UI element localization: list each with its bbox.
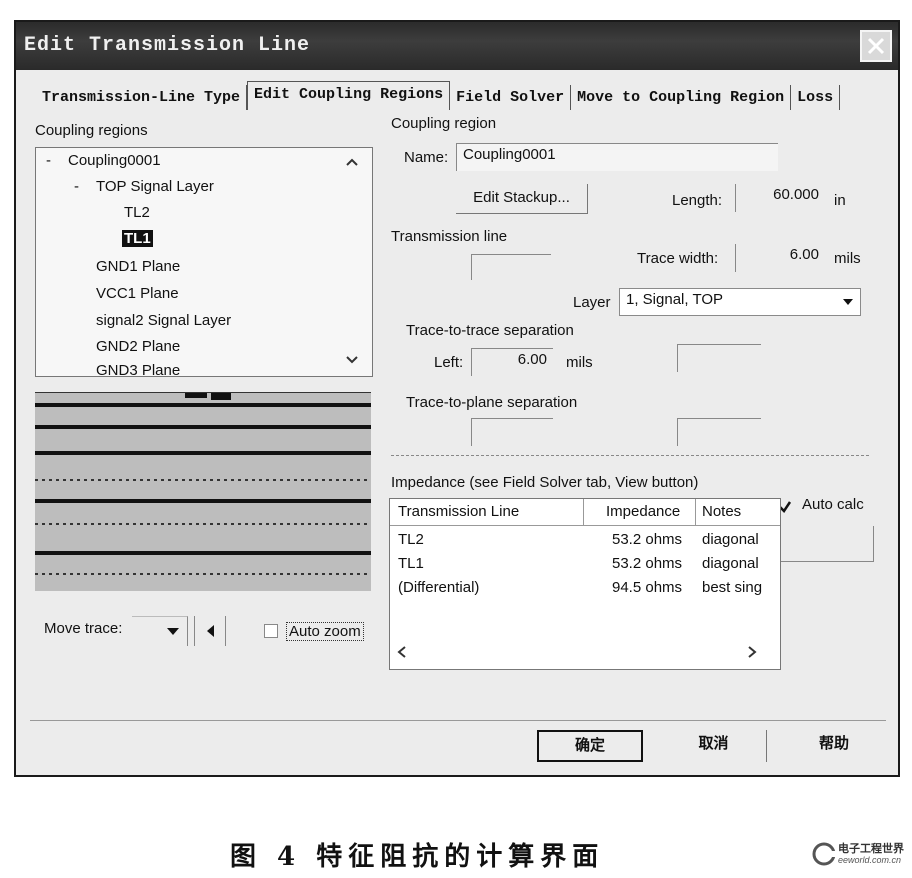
header-divider <box>390 525 780 526</box>
tree-item-gnd3[interactable]: GND3 Plane <box>96 362 180 376</box>
length-label: Length: <box>672 192 723 209</box>
table-row-impedance: 53.2 ohms <box>612 531 683 548</box>
tree-item-top-signal-layer[interactable]: TOP Signal Layer <box>96 178 214 195</box>
plane-stripe <box>35 403 371 407</box>
dropdown-arrow-icon <box>843 299 853 305</box>
tree-item-coupling[interactable]: Coupling0001 <box>68 152 161 169</box>
move-trace-label: Move trace: <box>44 620 123 637</box>
transmission-line-heading: Transmission line <box>391 228 508 245</box>
tab-strip: Transmission-Line Type Edit Coupling Reg… <box>36 80 841 110</box>
figure-caption: 图 4 特征阻抗的计算界面 <box>230 842 605 872</box>
table-row-line[interactable]: TL2 <box>398 531 424 548</box>
title-bar[interactable]: Edit Transmission Line <box>16 22 898 70</box>
layer-label: Layer <box>573 294 611 311</box>
watermark-logo: 电子工程世界 eeworld.com.cn <box>812 838 906 872</box>
scroll-right-icon[interactable] <box>746 645 758 659</box>
layer-select-value: 1, Signal, TOP <box>626 291 724 308</box>
name-label: Name: <box>404 149 449 166</box>
table-row-impedance: 94.5 ohms <box>612 579 683 596</box>
group-divider <box>391 455 869 456</box>
footer-divider <box>30 720 886 721</box>
auto-calc-label: Auto calc <box>802 496 864 513</box>
column-separator <box>695 499 696 525</box>
table-row-line[interactable]: (Differential) <box>398 579 479 596</box>
plane-separation-right-input[interactable] <box>677 418 761 446</box>
table-row-notes: diagonal <box>702 555 759 572</box>
tab-transmission-line-type[interactable]: Transmission-Line Type <box>36 85 248 110</box>
plane-stripe <box>35 551 371 555</box>
trace-width-unit: mils <box>834 250 861 267</box>
dialog-window: Edit Transmission Line Transmission-Line… <box>14 20 900 777</box>
column-separator <box>583 499 584 525</box>
edit-stackup-button[interactable]: Edit Stackup... <box>456 184 588 214</box>
help-button[interactable]: 帮助 <box>784 730 884 762</box>
logo-icon <box>812 842 836 866</box>
left-separation-input[interactable]: 6.00 <box>471 348 553 376</box>
dielectric-pattern <box>35 523 371 525</box>
coupling-region-heading: Coupling region <box>391 115 497 132</box>
move-trace-dropdown[interactable] <box>132 616 188 646</box>
tree-item-signal2[interactable]: signal2 Signal Layer <box>96 312 231 329</box>
trace-marker <box>211 393 231 400</box>
left-separation-label: Left: <box>434 354 464 371</box>
table-row-line[interactable]: TL1 <box>398 555 424 572</box>
scroll-down-icon[interactable] <box>344 354 360 366</box>
coupling-regions-label: Coupling regions <box>35 122 148 139</box>
tree-toggle[interactable]: - <box>46 152 51 169</box>
tab-edit-coupling-regions[interactable]: Edit Coupling Regions <box>247 81 451 110</box>
impedance-heading: Impedance (see Field Solver tab, View bu… <box>391 474 699 491</box>
right-separation-input[interactable] <box>677 344 761 372</box>
move-left-button[interactable] <box>194 616 226 646</box>
table-row-notes: diagonal <box>702 531 759 548</box>
trace-width-label: Trace width: <box>637 250 719 267</box>
length-unit: in <box>834 192 846 209</box>
trace-to-trace-heading: Trace-to-trace separation <box>406 322 574 339</box>
close-button[interactable] <box>860 30 892 62</box>
tree-item-gnd2[interactable]: GND2 Plane <box>96 338 180 355</box>
tab-loss[interactable]: Loss <box>791 85 841 110</box>
tab-move-to-coupling-region[interactable]: Move to Coupling Region <box>571 85 792 110</box>
tree-item-vcc1[interactable]: VCC1 Plane <box>96 285 179 302</box>
column-header-line[interactable]: Transmission Line <box>398 503 519 520</box>
dropdown-arrow-icon <box>167 628 179 635</box>
name-input[interactable]: Coupling0001 <box>456 143 778 171</box>
tree-item-gnd1[interactable]: GND1 Plane <box>96 258 180 275</box>
watermark-url: eeworld.com.cn <box>838 855 902 865</box>
plane-stripe <box>35 425 371 429</box>
impedance-table[interactable]: Transmission Line Impedance Notes TL2 53… <box>389 498 781 670</box>
table-row-notes: best sing <box>702 579 763 596</box>
arrow-left-icon <box>207 625 214 637</box>
trace-to-plane-heading: Trace-to-plane separation <box>406 394 578 411</box>
window-title: Edit Transmission Line <box>24 34 311 57</box>
length-input[interactable]: 60.000 <box>735 184 825 212</box>
table-row-impedance: 53.2 ohms <box>612 555 683 572</box>
dielectric-pattern <box>35 479 371 481</box>
trace-width-input[interactable]: 6.00 <box>735 244 825 272</box>
scroll-up-icon[interactable] <box>344 156 360 168</box>
ok-button[interactable]: 确定 <box>537 730 643 762</box>
scroll-left-icon[interactable] <box>396 645 408 659</box>
close-icon <box>867 37 885 55</box>
auto-calc-panel <box>778 526 874 562</box>
cross-section-preview <box>35 392 371 591</box>
plane-separation-left-input[interactable] <box>471 418 553 446</box>
tab-field-solver[interactable]: Field Solver <box>450 85 572 110</box>
trace-marker <box>185 393 207 398</box>
auto-zoom-label: Auto zoom <box>286 622 364 641</box>
tree-item-tl2[interactable]: TL2 <box>124 204 150 221</box>
column-header-notes[interactable]: Notes <box>702 503 741 520</box>
tree-item-tl1-selected[interactable]: TL1 <box>122 230 153 247</box>
blank-field <box>471 254 551 280</box>
watermark-text: 电子工程世界 <box>838 843 904 855</box>
plane-stripe <box>35 451 371 455</box>
left-separation-unit: mils <box>566 354 593 371</box>
tree-toggle[interactable]: - <box>74 178 79 195</box>
dielectric-pattern <box>35 573 371 575</box>
coupling-regions-tree[interactable]: - Coupling0001 - TOP Signal Layer TL2 TL… <box>35 147 373 377</box>
cancel-button[interactable]: 取消 <box>661 730 767 762</box>
plane-stripe <box>35 499 371 503</box>
column-header-impedance[interactable]: Impedance <box>606 503 680 520</box>
layer-select[interactable]: 1, Signal, TOP <box>619 288 861 316</box>
auto-zoom-checkbox[interactable] <box>264 624 278 638</box>
